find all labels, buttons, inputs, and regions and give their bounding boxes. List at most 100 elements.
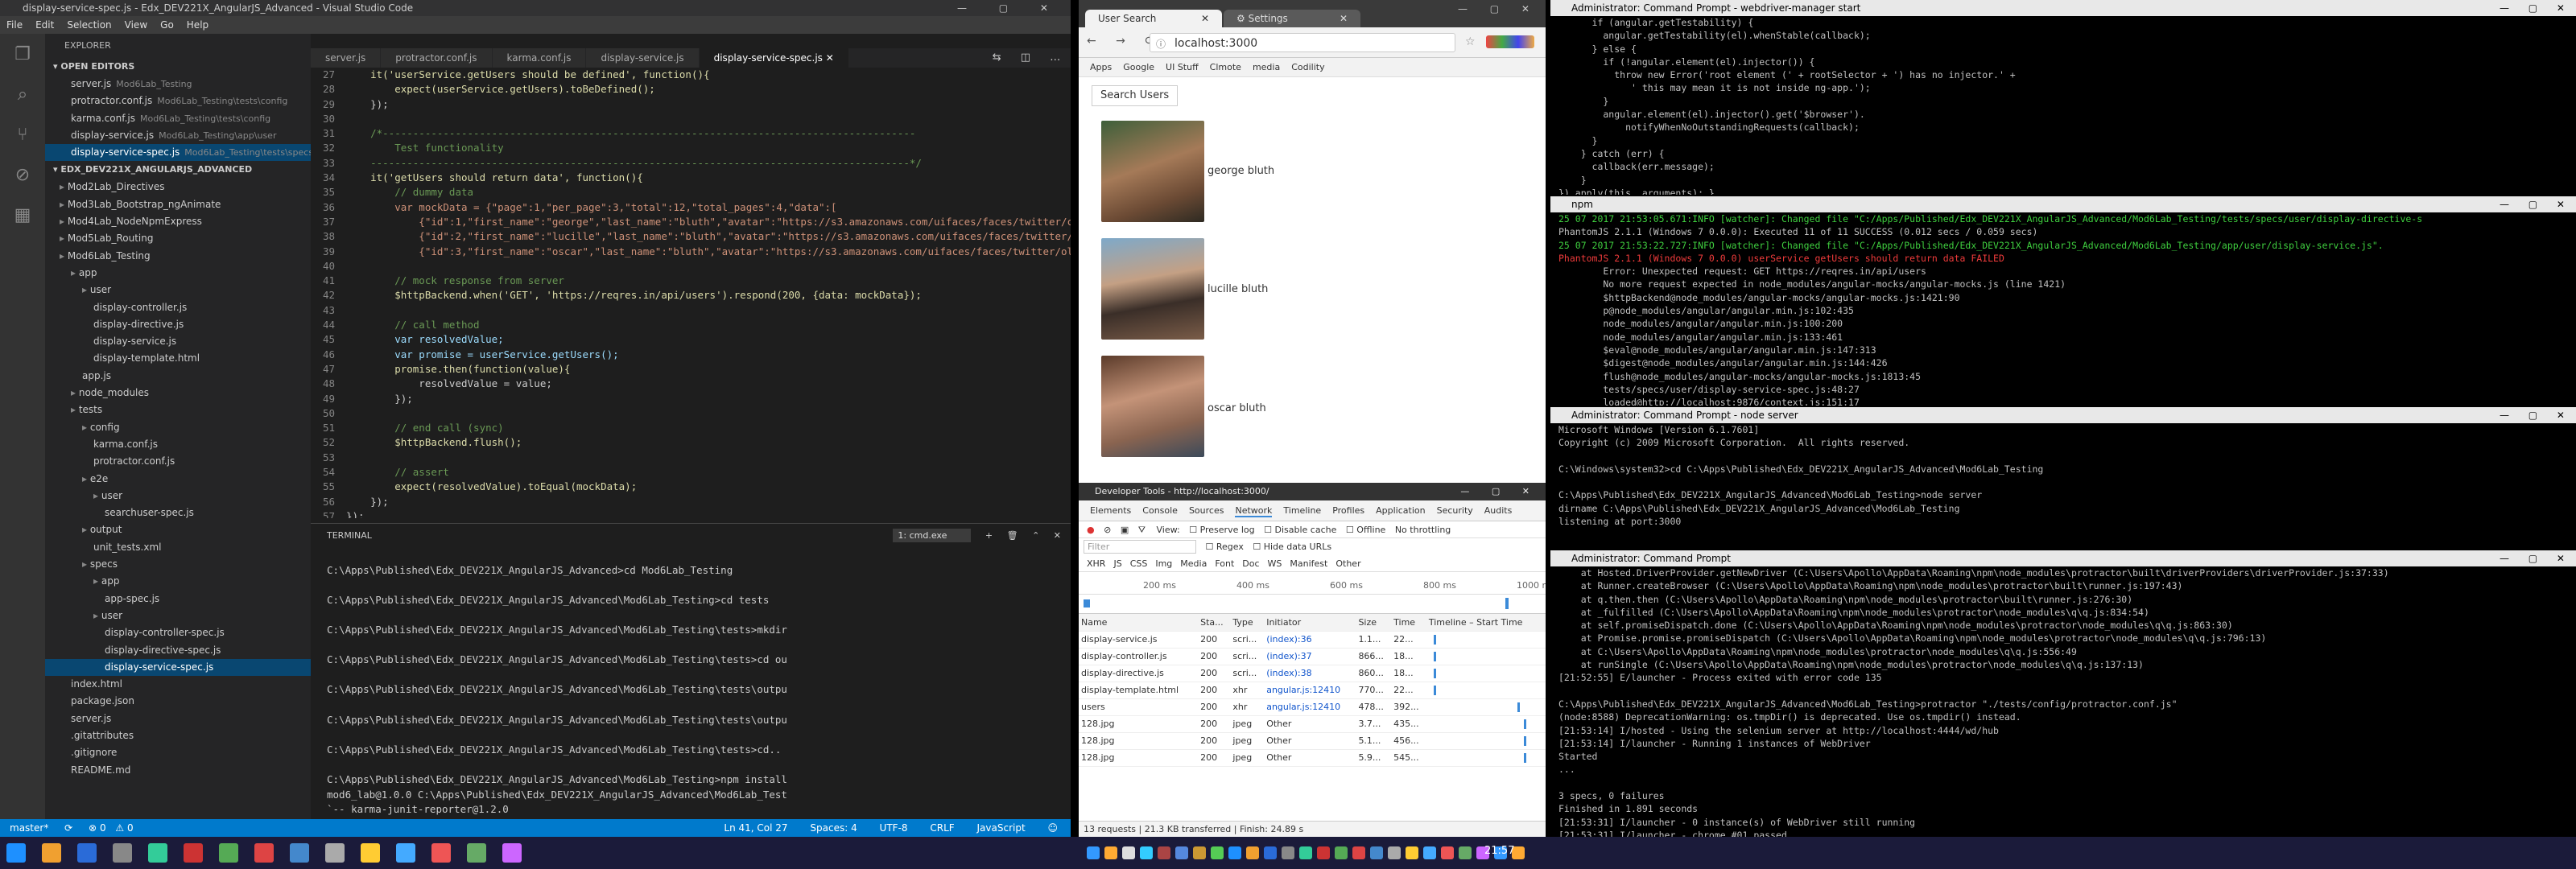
taskbar-app-icon[interactable] xyxy=(1335,846,1348,859)
folder-item[interactable]: ▸ app xyxy=(45,573,311,590)
devtools-tab[interactable]: Security xyxy=(1437,505,1473,516)
taskbar-app-icon[interactable] xyxy=(1441,846,1454,859)
taskbar-app-icon[interactable] xyxy=(1087,846,1100,859)
file-item[interactable]: package.json xyxy=(45,693,311,710)
window-controls[interactable]: — ▢ ✕ xyxy=(1460,483,1546,500)
filter-icon[interactable]: ⛛ xyxy=(1138,525,1146,535)
taskbar-app-icon[interactable] xyxy=(1246,846,1259,859)
project-header[interactable]: ▾ EDX_DEV221X_ANGULARJS_ADVANCED xyxy=(45,161,311,179)
taskbar-app-icon[interactable] xyxy=(1175,846,1188,859)
file-item[interactable]: app-spec.js xyxy=(45,591,311,607)
devtools-tab[interactable]: Application xyxy=(1376,505,1425,516)
taskbar-app-icon[interactable] xyxy=(1211,846,1224,859)
bookmark-item[interactable]: Google xyxy=(1123,62,1154,72)
devtools-tab[interactable]: Network xyxy=(1235,505,1273,517)
sync-icon[interactable]: ⟳ xyxy=(64,822,72,834)
window-controls[interactable]: — ▢ ✕ xyxy=(1458,3,1539,14)
devtools-tab[interactable]: Elements xyxy=(1090,505,1131,516)
filter-chip[interactable]: Media xyxy=(1180,558,1207,569)
browser-tab-settings[interactable]: ⚙ Settings ✕ xyxy=(1224,10,1360,27)
folder-item[interactable]: ▸ Mod2Lab_Directives xyxy=(45,179,311,196)
regex-checkbox[interactable]: Regex xyxy=(1216,542,1244,552)
folder-item[interactable]: ▸ specs xyxy=(45,556,311,573)
terminal-label[interactable]: TERMINAL xyxy=(327,524,372,548)
open-editor-item[interactable]: display-service.js Mod6Lab_Testing\app\us… xyxy=(45,127,311,144)
code-editor[interactable]: 27 it('userService.getUsers should be de… xyxy=(311,68,1071,518)
file-item[interactable]: .gitattributes xyxy=(45,727,311,744)
taskbar-app-icon[interactable] xyxy=(1228,846,1241,859)
filter-chip[interactable]: Doc xyxy=(1242,558,1259,569)
network-row[interactable]: 128.jpg 200 jpeg Other 5.1... 456... xyxy=(1079,732,1546,750)
taskbar-app-icon[interactable] xyxy=(431,843,451,863)
folder-item[interactable]: ▸ node_modules xyxy=(45,385,311,402)
camera-icon[interactable]: ▣ xyxy=(1121,525,1129,535)
editor-tab[interactable]: display-service-spec.js ✕ xyxy=(699,48,849,68)
folder-item[interactable]: ▸ Mod5Lab_Routing xyxy=(45,230,311,247)
taskbar-app-icon[interactable] xyxy=(1264,846,1277,859)
taskbar-app-icon[interactable] xyxy=(396,843,415,863)
menu-item-view[interactable]: View xyxy=(118,19,154,31)
file-item[interactable]: unit_tests.xml xyxy=(45,539,311,556)
taskbar-app-icon[interactable] xyxy=(148,843,167,863)
taskbar-app-icon[interactable] xyxy=(77,843,97,863)
column-header[interactable]: Sta... xyxy=(1198,614,1231,632)
filter-chip[interactable]: CSS xyxy=(1130,558,1148,569)
taskbar-app-icon[interactable] xyxy=(184,843,203,863)
file-item[interactable]: README.md xyxy=(45,762,311,779)
bookmark-item[interactable]: media xyxy=(1253,62,1280,72)
taskbar-app-icon[interactable] xyxy=(1406,846,1418,859)
folder-item[interactable]: ▸ user xyxy=(45,282,311,299)
folder-item[interactable]: ▸ Mod4Lab_NodeNpmExpress xyxy=(45,213,311,230)
editor-tab[interactable]: karma.conf.js xyxy=(492,48,587,68)
language-mode[interactable]: JavaScript xyxy=(977,822,1026,834)
taskbar-app-icon[interactable] xyxy=(1388,846,1401,859)
bookmark-item[interactable]: UI Stuff xyxy=(1166,62,1199,72)
menu-item-go[interactable]: Go xyxy=(154,19,180,31)
window-controls[interactable]: — ▢ ✕ xyxy=(957,0,1063,16)
network-row[interactable]: display-service.js 200 scri... (index):36 1.… xyxy=(1079,631,1546,649)
network-row[interactable]: display-controller.js 200 scri... (index):3… xyxy=(1079,648,1546,665)
menu-item-help[interactable]: Help xyxy=(180,19,215,31)
folder-item[interactable]: ▸ user xyxy=(45,488,311,505)
open-editors-header[interactable]: ▾ OPEN EDITORS xyxy=(45,58,311,76)
file-item[interactable]: protractor.conf.js xyxy=(45,453,311,470)
editor-tab[interactable]: display-service.js xyxy=(586,48,700,68)
taskbar-app-icon[interactable] xyxy=(1423,846,1436,859)
file-item[interactable]: server.js xyxy=(45,710,311,727)
folder-item[interactable]: ▸ Mod3Lab_Bootstrap_ngAnimate xyxy=(45,196,311,213)
file-item[interactable]: display-directive.js xyxy=(45,316,311,333)
file-item[interactable]: app.js xyxy=(45,368,311,385)
devtools-tab[interactable]: Console xyxy=(1142,505,1178,516)
chevron-up-icon[interactable]: ⌃ xyxy=(1032,530,1039,541)
file-item[interactable]: display-controller-spec.js xyxy=(45,624,311,641)
folder-item[interactable]: ▸ e2e xyxy=(45,471,311,488)
throttle-select[interactable]: No throttling xyxy=(1395,525,1451,535)
devtools-tab[interactable]: Profiles xyxy=(1332,505,1364,516)
filter-chip[interactable]: WS xyxy=(1268,558,1282,569)
folder-item[interactable]: ▸ output xyxy=(45,521,311,538)
menu-item-file[interactable]: File xyxy=(0,19,29,31)
taskbar-app-icon[interactable] xyxy=(6,843,26,863)
editor-tab[interactable]: protractor.conf.js xyxy=(381,48,493,68)
file-item[interactable]: searchuser-spec.js xyxy=(45,505,311,521)
taskbar-app-icon[interactable] xyxy=(113,843,132,863)
debug-icon[interactable]: ⊘ xyxy=(0,154,45,195)
clock[interactable]: 21:57 xyxy=(1484,845,1514,857)
taskbar-app-icon[interactable] xyxy=(1193,846,1206,859)
browser-tab-user-search[interactable]: User Search ✕ xyxy=(1085,10,1222,27)
bookmark-item[interactable]: Clmote xyxy=(1210,62,1241,72)
taskbar-app-icon[interactable] xyxy=(467,843,486,863)
folder-item[interactable]: ▸ user xyxy=(45,607,311,624)
hide-data-urls-checkbox[interactable]: Hide data URLs xyxy=(1264,542,1331,552)
filter-input[interactable]: Filter xyxy=(1084,540,1196,554)
branch-status[interactable]: master* xyxy=(0,822,48,834)
column-header[interactable]: Name xyxy=(1079,614,1199,632)
filter-chip[interactable]: Img xyxy=(1155,558,1172,569)
line-ending[interactable]: CRLF xyxy=(930,822,954,834)
taskbar-app-icon[interactable] xyxy=(219,843,238,863)
file-item[interactable]: display-controller.js xyxy=(45,299,311,316)
open-editor-item[interactable]: protractor.conf.js Mod6Lab_Testing\tests\… xyxy=(45,93,311,109)
file-item[interactable]: display-service.js xyxy=(45,333,311,350)
network-row[interactable]: 128.jpg 200 jpeg Other 5.9... 545... xyxy=(1079,749,1546,767)
editor-tab[interactable]: server.js xyxy=(311,48,382,68)
